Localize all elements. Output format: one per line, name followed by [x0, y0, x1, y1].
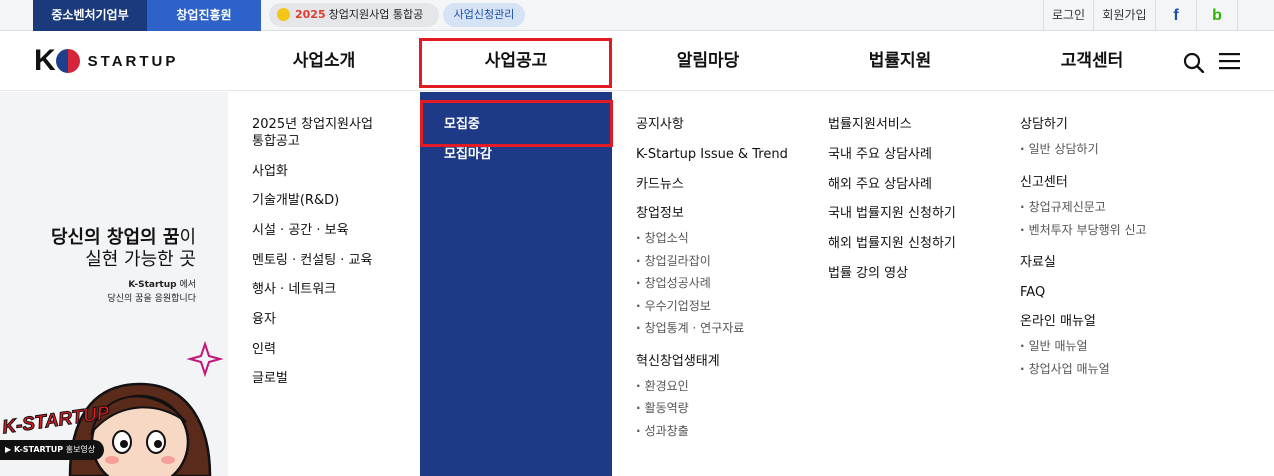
submenu-subitem[interactable]: 창업규제신문고: [1020, 199, 1106, 215]
submenu-subitem[interactable]: 창업사업 매뉴얼: [1020, 361, 1110, 377]
logo-text: STARTUP: [87, 52, 179, 70]
submenu-item[interactable]: 해외 주요 상담사례: [828, 176, 932, 193]
submenu-item[interactable]: 해외 법률지원 신청하기: [828, 235, 956, 252]
submenu-subitem[interactable]: 일반 매뉴얼: [1020, 338, 1088, 354]
kised-tab[interactable]: 창업진흥원: [147, 0, 261, 31]
submenu-item-closed[interactable]: 모집마감: [444, 146, 492, 163]
submenu-item[interactable]: 법률지원서비스: [828, 116, 912, 133]
highlight-box-submenu: [420, 100, 613, 147]
submenu-item[interactable]: 사업화: [252, 163, 288, 180]
submenu-item[interactable]: 통합공고: [252, 133, 300, 150]
promo-sub2: 당신의 꿈을 응원합니다: [107, 294, 196, 304]
highlight-box-menu: [419, 38, 612, 88]
lightbulb-icon: [277, 8, 290, 21]
submenu-item[interactable]: 멘토링 · 컨설팅 · 교육: [252, 252, 372, 269]
submenu-item[interactable]: 융자: [252, 311, 276, 328]
promo-video-button[interactable]: ▶ K-STARTUP 홍보영상: [0, 440, 104, 460]
video-label-rest: 홍보영상: [63, 445, 96, 454]
integrated-notice-link[interactable]: 2025창업지원사업 통합공고: [269, 3, 439, 45]
main-nav: K STARTUP 사업소개 사업공고 알림마당 법률지원 고객센터: [0, 31, 1274, 91]
submenu-subitem[interactable]: 창업성공사례: [636, 275, 711, 291]
submenu-subitem[interactable]: 벤처투자 부당행위 신고: [1020, 222, 1147, 238]
submenu-subitem[interactable]: 우수기업정보: [636, 298, 711, 314]
submenu-item[interactable]: 카드뉴스: [636, 176, 684, 193]
submenu-item[interactable]: 온라인 매뉴얼: [1020, 313, 1096, 330]
login-link[interactable]: 로그인: [1043, 0, 1093, 31]
submenu-subitem[interactable]: 창업길라잡이: [636, 253, 711, 269]
menu-customer-center[interactable]: 고객센터: [996, 31, 1188, 91]
notice-year: 2025: [295, 8, 326, 21]
promo-panel: 당신의 창업의 꿈이 실현 가능한 곳 K-Startup 에서 당신의 꿈을 …: [0, 92, 228, 476]
video-label-bold: ▶ K-STARTUP: [5, 445, 64, 454]
promo-line1-rest: 이: [179, 227, 196, 248]
submenu-item[interactable]: 기술개발(R&D): [252, 192, 339, 209]
logo-k: K: [34, 44, 56, 77]
submenu-item[interactable]: 인력: [252, 341, 276, 358]
submenu-subitem[interactable]: 성과창출: [636, 423, 689, 439]
facebook-icon[interactable]: f: [1155, 0, 1196, 31]
submenu-notice-board: 공지사항 K-Startup Issue & Trend 카드뉴스 창업정보 창…: [612, 92, 804, 476]
submenu-item[interactable]: FAQ: [1020, 284, 1045, 301]
submenu-customer-center: 상담하기 일반 상담하기 신고센터 창업규제신문고 벤처투자 부당행위 신고 자…: [996, 92, 1274, 476]
apply-management-link[interactable]: 사업신청관리: [443, 3, 525, 27]
promo-line1-bold: 당신의 창업의 꿈: [50, 227, 180, 248]
utility-bar: 중소벤처기업부 창업진흥원 2025창업지원사업 통합공고 사업신청관리 로그인…: [0, 0, 1274, 45]
submenu-item[interactable]: 법률 강의 영상: [828, 265, 908, 282]
promo-sub1-rest: 에서: [176, 280, 196, 290]
promo-headline: 당신의 창업의 꿈이 실현 가능한 곳: [51, 227, 196, 271]
kstartup-logo[interactable]: K STARTUP: [34, 44, 178, 78]
search-icon[interactable]: [1183, 52, 1204, 73]
submenu-item[interactable]: 시설 · 공간 · 보육: [252, 222, 349, 239]
submenu-item[interactable]: 상담하기: [1020, 116, 1068, 133]
divider: [1237, 0, 1274, 31]
submenu-subitem[interactable]: 일반 상담하기: [1020, 141, 1099, 157]
promo-line2: 실현 가능한 곳: [85, 249, 196, 270]
submenu-item[interactable]: 자료실: [1020, 254, 1056, 271]
submenu-item[interactable]: 국내 법률지원 신청하기: [828, 205, 956, 222]
submenu-business-notice: 모집중 모집마감: [420, 92, 612, 476]
promo-subtext: K-Startup 에서 당신의 꿈을 응원합니다: [107, 278, 196, 306]
taegeuk-icon: [55, 49, 80, 73]
hamburger-menu-icon[interactable]: [1219, 52, 1240, 70]
menu-legal-support[interactable]: 법률지원: [804, 31, 996, 91]
submenu-subitem[interactable]: 창업통계 · 연구자료: [636, 320, 745, 336]
submenu-item[interactable]: 공지사항: [636, 116, 684, 133]
submenu-item[interactable]: 창업정보: [636, 205, 684, 222]
submenu-item[interactable]: 2025년 창업지원사업: [252, 116, 373, 133]
submenu-item[interactable]: 글로벌: [252, 370, 288, 387]
menu-notice-board[interactable]: 알림마당: [612, 31, 804, 91]
submenu-item[interactable]: 혁신창업생태계: [636, 353, 720, 370]
submenu-item[interactable]: 국내 주요 상담사례: [828, 146, 932, 163]
submenu-legal-support: 법률지원서비스 국내 주요 상담사례 해외 주요 상담사례 국내 법률지원 신청…: [804, 92, 996, 476]
submenu-subitem[interactable]: 활동역량: [636, 400, 689, 416]
submenu-business-intro: 2025년 창업지원사업 통합공고 사업화 기술개발(R&D) 시설 · 공간 …: [228, 92, 420, 476]
blog-icon[interactable]: b: [1196, 0, 1237, 31]
utility-links: 로그인 회원가입 f b: [1043, 0, 1274, 31]
promo-sub1-bold: K-Startup: [128, 280, 177, 290]
submenu-subitem[interactable]: 환경요인: [636, 378, 689, 394]
submenu-item[interactable]: 행사 · 네트워크: [252, 281, 336, 298]
menu-business-intro[interactable]: 사업소개: [228, 31, 420, 91]
ministry-tab[interactable]: 중소벤처기업부: [33, 0, 147, 31]
submenu-item[interactable]: K-Startup Issue & Trend: [636, 146, 788, 163]
signup-link[interactable]: 회원가입: [1093, 0, 1155, 31]
submenu-subitem[interactable]: 창업소식: [636, 230, 689, 246]
submenu-item[interactable]: 신고센터: [1020, 174, 1068, 191]
